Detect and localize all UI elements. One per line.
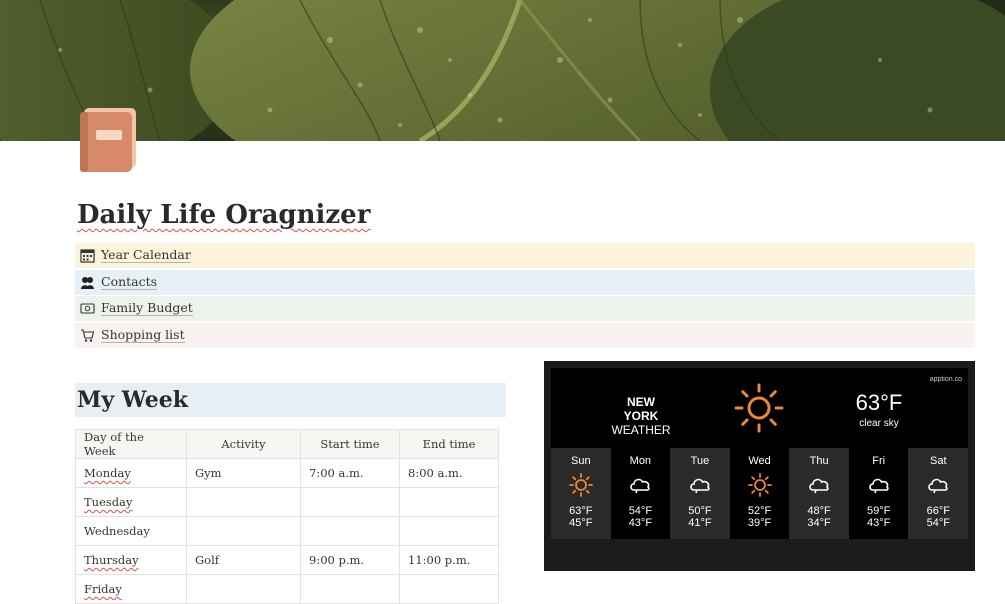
book-icon[interactable] — [78, 106, 140, 172]
page-title: Daily Life Oragnizer — [77, 200, 371, 230]
cloud-icon — [611, 471, 671, 499]
day-name: Wednesday — [84, 524, 150, 538]
forecast-day: Tue 50°F 41°F — [670, 448, 730, 539]
table-cell[interactable]: Thursday — [75, 545, 187, 575]
cover-image — [0, 0, 1005, 141]
link-family-budget[interactable]: Family Budget — [75, 296, 975, 321]
high-temp: 54°F — [628, 505, 653, 517]
day-name: Thursday — [84, 553, 139, 567]
week-table: Day of the Week Activity Start time End … — [75, 429, 499, 604]
table-cell[interactable] — [300, 574, 400, 604]
table-cell[interactable] — [399, 516, 499, 546]
table-cell[interactable] — [186, 516, 301, 546]
cloud-icon — [670, 471, 730, 499]
table-cell[interactable]: 8:00 a.m. — [399, 458, 499, 488]
table-cell[interactable]: Tuesday — [75, 487, 187, 517]
forecast-day: Thu 48°F 34°F — [789, 448, 849, 539]
table-cell[interactable] — [300, 516, 400, 546]
day-name: Fri — [872, 455, 886, 467]
sun-icon — [734, 383, 784, 438]
high-temp: 63°F — [569, 505, 593, 517]
day-name: Mon — [629, 455, 652, 467]
widget-brand[interactable]: apption.co — [930, 376, 962, 383]
cloud-icon — [789, 471, 849, 499]
weather-widget[interactable]: apption.co NEW YORK WEATHER 63°F clear s… — [544, 361, 975, 571]
link-shopping-list[interactable]: Shopping list — [75, 322, 975, 348]
day-name: Sun — [571, 455, 591, 467]
table-header-row: Day of the Week Activity Start time End … — [75, 429, 499, 459]
cart-icon — [79, 327, 95, 343]
sun-icon — [730, 471, 790, 499]
table-cell[interactable]: Wednesday — [75, 516, 187, 546]
cloud-icon — [849, 471, 909, 499]
forecast-row: Sun 63°F 45°F Mon 54°F 43°F Tue 50°F 41°… — [551, 448, 969, 539]
current-temperature: 63°F — [855, 390, 903, 415]
day-name: Tue — [690, 455, 710, 467]
city-name: NEW YORK — [623, 395, 659, 423]
link-label: Year Calendar — [101, 247, 191, 263]
day-name: Sat — [930, 455, 947, 467]
calendar-icon — [79, 248, 95, 264]
day-name: Friday — [84, 582, 122, 596]
low-temp: 43°F — [628, 517, 653, 529]
high-temp: 59°F — [867, 505, 891, 517]
table-cell[interactable] — [300, 487, 400, 517]
low-temp: 45°F — [569, 517, 593, 529]
low-temp: 34°F — [807, 517, 831, 529]
day-name: Monday — [84, 466, 131, 480]
column-header[interactable]: End time — [399, 429, 499, 459]
table-cell[interactable]: 9:00 p.m. — [300, 545, 400, 575]
link-year-calendar[interactable]: Year Calendar — [75, 243, 975, 268]
link-label: Contacts — [101, 273, 158, 290]
forecast-day: Sat 66°F 54°F — [908, 448, 969, 539]
table-row: Wednesday — [75, 516, 499, 546]
weather-subtitle: WEATHER — [611, 423, 671, 437]
table-cell[interactable] — [186, 574, 301, 604]
current-description: clear sky — [859, 418, 899, 429]
table-cell[interactable]: Monday — [75, 458, 187, 488]
forecast-day: Wed 52°F 39°F — [729, 448, 790, 539]
money-icon — [79, 301, 95, 317]
table-row: Thursday Golf 9:00 p.m. 11:00 p.m. — [75, 545, 499, 575]
table-cell[interactable] — [186, 487, 301, 517]
weather-current: apption.co NEW YORK WEATHER 63°F clear s… — [551, 368, 968, 448]
link-label: Family Budget — [101, 300, 193, 316]
table-row: Friday — [75, 574, 499, 604]
page-links: Year Calendar Contacts Family Budget Sho… — [75, 243, 975, 349]
day-name: Wed — [748, 455, 771, 467]
low-temp: 39°F — [747, 517, 772, 529]
cloud-icon — [908, 471, 968, 499]
contacts-icon — [79, 274, 95, 290]
table-cell[interactable]: 7:00 a.m. — [300, 458, 400, 488]
forecast-day: Fri 59°F 43°F — [848, 448, 909, 539]
column-header[interactable]: Day of the Week — [75, 429, 187, 459]
day-name: Tuesday — [84, 495, 133, 509]
high-temp: 52°F — [747, 505, 772, 517]
table-cell[interactable]: Golf — [186, 545, 301, 575]
table-cell[interactable]: Gym — [186, 458, 301, 488]
table-cell[interactable] — [399, 487, 499, 517]
high-temp: 66°F — [926, 505, 950, 517]
table-cell[interactable] — [399, 574, 499, 604]
forecast-day: Mon 54°F 43°F — [610, 448, 671, 539]
day-name: Thu — [809, 455, 829, 467]
low-temp: 43°F — [867, 517, 891, 529]
high-temp: 50°F — [688, 505, 712, 517]
table-cell[interactable]: Friday — [75, 574, 187, 604]
weather-location: NEW YORK WEATHER — [611, 395, 671, 437]
table-cell[interactable]: 11:00 p.m. — [399, 545, 499, 575]
column-header[interactable]: Start time — [300, 429, 400, 459]
column-header[interactable]: Activity — [186, 429, 301, 459]
low-temp: 41°F — [688, 517, 712, 529]
high-temp: 48°F — [807, 505, 831, 517]
table-row: Tuesday — [75, 487, 499, 517]
forecast-day: Sun 63°F 45°F — [551, 448, 611, 539]
heading-text: My Week — [77, 387, 188, 413]
table-row: Monday Gym 7:00 a.m. 8:00 a.m. — [75, 458, 499, 488]
link-contacts[interactable]: Contacts — [75, 269, 975, 295]
sun-icon — [551, 471, 611, 499]
link-label: Shopping list — [101, 326, 185, 343]
my-week-heading: My Week — [75, 383, 506, 417]
low-temp: 54°F — [926, 517, 950, 529]
